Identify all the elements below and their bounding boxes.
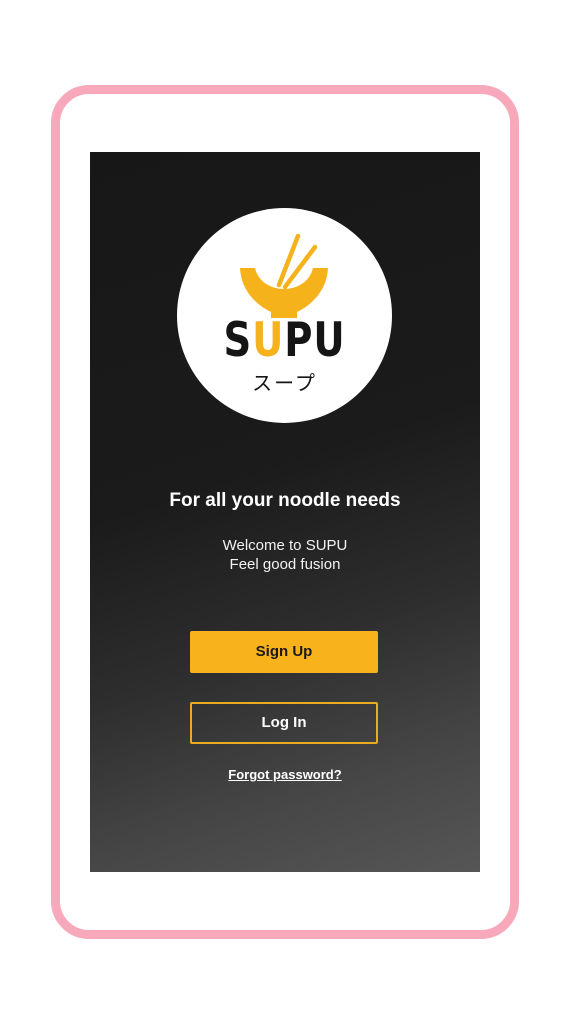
tagline-heading: For all your noodle needs	[169, 490, 401, 511]
wordmark-u: U	[252, 313, 285, 368]
welcome-text: Welcome to SUPU	[222, 537, 348, 554]
supu-wordmark: SUPU	[196, 314, 372, 368]
sign-up-button[interactable]: Sign Up	[190, 631, 378, 673]
logo-katakana: スープ	[252, 371, 317, 395]
wordmark-s: S	[223, 313, 253, 368]
log-in-button[interactable]: Log In	[190, 702, 378, 744]
forgot-password-link[interactable]: Forgot password?	[90, 766, 480, 784]
app-screen: SUPU スープ For all your noodle needs Welco…	[90, 152, 480, 872]
wordmark-rest: PU	[284, 313, 346, 368]
logo: SUPU スープ	[177, 208, 392, 423]
subtitle-text: Feel good fusion	[229, 556, 341, 573]
